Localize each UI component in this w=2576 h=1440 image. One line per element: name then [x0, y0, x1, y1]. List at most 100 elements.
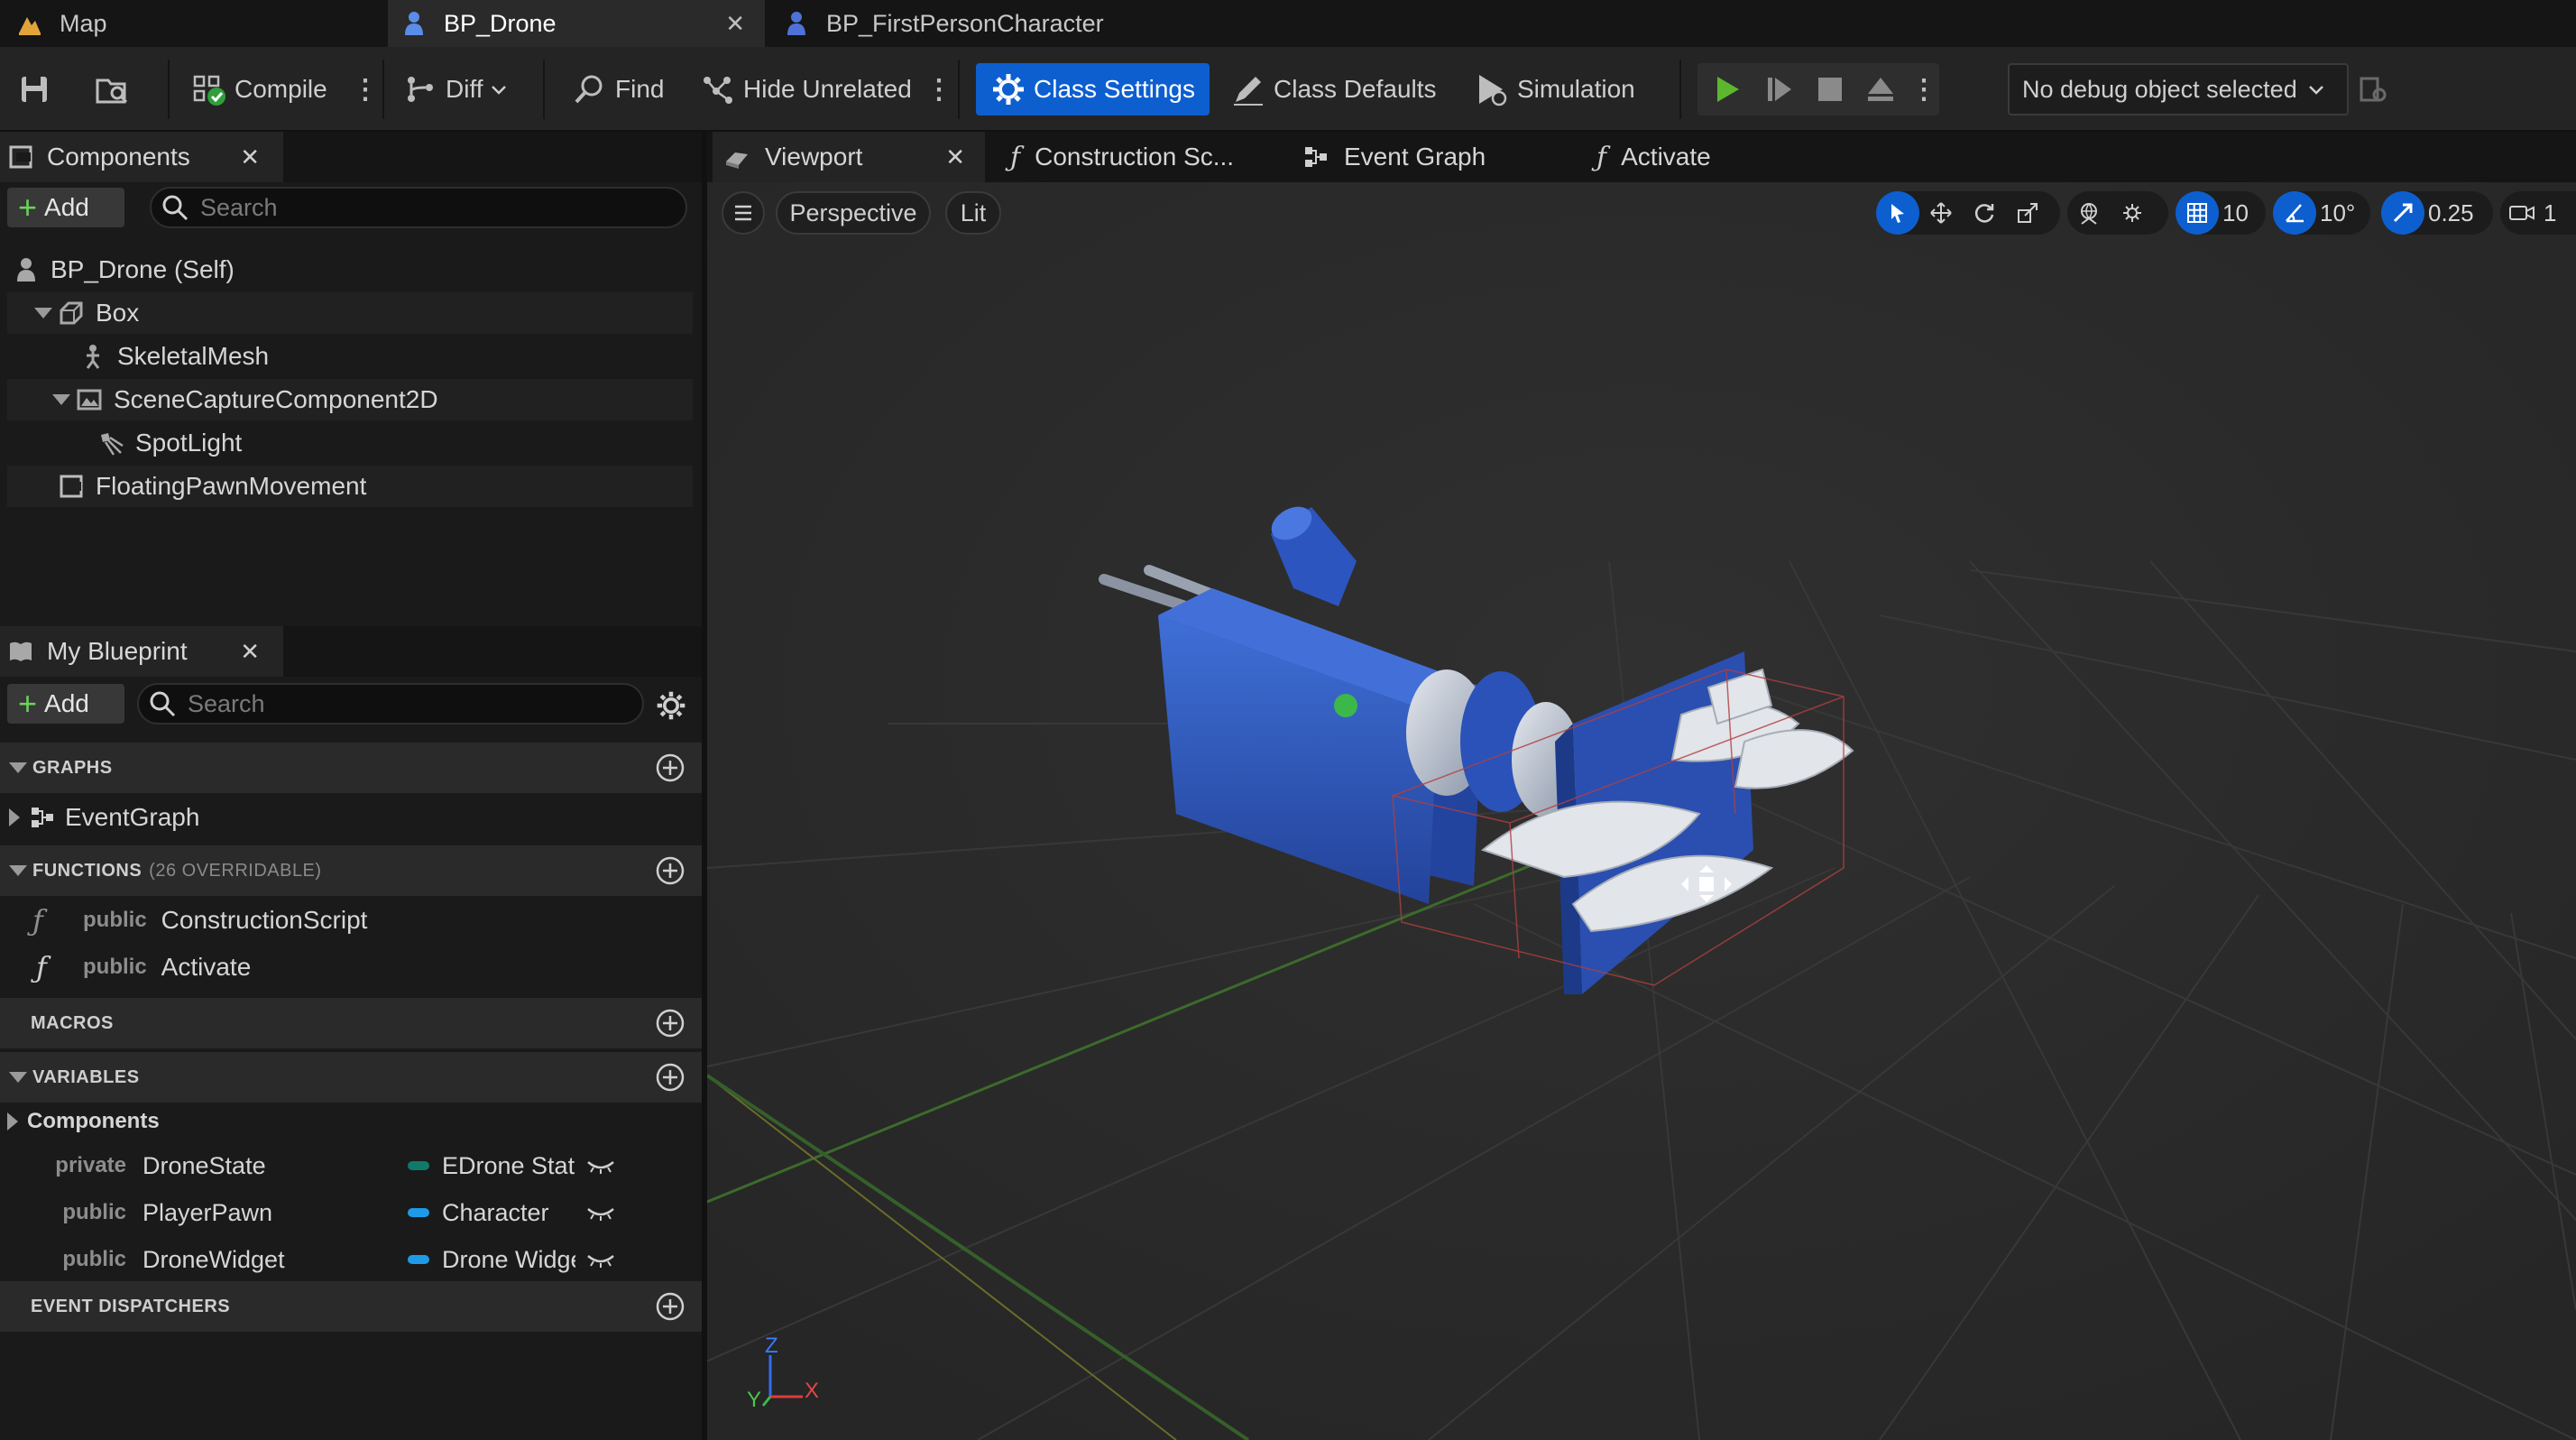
- viewport-options-button[interactable]: [722, 191, 765, 235]
- tab-map[interactable]: Map: [0, 0, 388, 47]
- grid-snap-icon[interactable]: [2176, 191, 2219, 235]
- main-toolbar: Compile ⋮ Diff Find Hide Unrelated ⋮ Cla…: [0, 47, 2576, 132]
- tab-bp-firstpersoncharacter[interactable]: BP_FirstPersonCharacter: [776, 0, 1227, 47]
- blueprint-editor: Map BP_Drone ✕ BP_FirstPersonCharacter C…: [0, 0, 2576, 1440]
- tree-item-label: BP_Drone (Self): [51, 255, 235, 283]
- close-icon[interactable]: ✕: [725, 10, 745, 38]
- macros-section-header[interactable]: MACROS: [0, 998, 702, 1048]
- debug-filter-button[interactable]: [2356, 47, 2399, 132]
- browse-button[interactable]: [94, 47, 137, 132]
- scene-capture-icon: [77, 389, 102, 411]
- variable-item-playerpawn[interactable]: public PlayerPawn Character: [0, 1189, 702, 1236]
- advance-frame-icon[interactable]: [1764, 74, 1795, 105]
- function-item-constructionscript[interactable]: ƒ public ConstructionScript: [0, 897, 702, 944]
- rotation-snap-value[interactable]: 10°: [2316, 199, 2366, 227]
- compile-options-icon[interactable]: ⋮: [352, 47, 379, 132]
- variable-type[interactable]: Character: [442, 1199, 575, 1227]
- expand-arrow-icon[interactable]: [52, 394, 70, 405]
- play-controls: ⋮: [1697, 63, 1939, 115]
- tab-bp-drone[interactable]: BP_Drone ✕: [388, 0, 765, 47]
- rotate-mode-icon[interactable]: [1963, 191, 2006, 235]
- diff-button[interactable]: Diff: [402, 47, 509, 132]
- variable-item-dronestate[interactable]: private DroneState EDrone State: [0, 1142, 702, 1189]
- my-blueprint-tab[interactable]: My Blueprint ✕: [0, 626, 283, 677]
- tree-item-skeletalmesh[interactable]: SkeletalMesh: [7, 336, 693, 377]
- variable-item-dronewidget[interactable]: public DroneWidget Drone Widget: [0, 1236, 702, 1283]
- grid-snap-group[interactable]: 10: [2176, 191, 2266, 235]
- eye-closed-icon[interactable]: [586, 1204, 615, 1222]
- perspective-button[interactable]: Perspective: [776, 191, 931, 235]
- tab-construction-script[interactable]: ƒ Construction Sc...: [1010, 132, 1281, 182]
- rotation-snap-group[interactable]: 10°: [2273, 191, 2370, 235]
- class-defaults-button[interactable]: Class Defaults: [1230, 47, 1437, 132]
- tab-activate[interactable]: ƒ Activate: [1596, 132, 1867, 182]
- close-icon[interactable]: ✕: [240, 143, 260, 171]
- variables-section-header[interactable]: VARIABLES: [0, 1052, 702, 1103]
- add-member-button[interactable]: + Add: [7, 684, 124, 724]
- close-icon[interactable]: ✕: [945, 143, 965, 171]
- tree-item-floatingpawnmovement[interactable]: FloatingPawnMovement: [7, 466, 693, 507]
- surface-snap-icon[interactable]: [2111, 191, 2154, 235]
- functions-section-header[interactable]: FUNCTIONS (26 OVERRIDABLE): [0, 845, 702, 896]
- add-component-button[interactable]: + Add: [7, 188, 124, 227]
- graphs-section-header[interactable]: GRAPHS: [0, 743, 702, 793]
- tree-item-box[interactable]: Box: [7, 292, 693, 334]
- variable-type[interactable]: Drone Widget: [442, 1246, 575, 1274]
- components-title: Components: [47, 143, 190, 171]
- tab-bp-drone-label: BP_Drone: [444, 9, 557, 37]
- camera-speed-group[interactable]: 1: [2500, 191, 2576, 235]
- graph-options-icon[interactable]: ⋮: [925, 47, 952, 132]
- play-options-icon[interactable]: ⋮: [1910, 74, 1937, 106]
- grid-snap-value[interactable]: 10: [2219, 199, 2259, 227]
- class-settings-button[interactable]: Class Settings: [976, 63, 1210, 115]
- level-icon: [19, 17, 41, 35]
- add-circle-icon[interactable]: [655, 1062, 685, 1093]
- camera-speed-value[interactable]: 1: [2544, 199, 2556, 227]
- add-circle-icon[interactable]: [655, 855, 685, 886]
- stop-icon[interactable]: [1815, 74, 1845, 105]
- graph-item-eventgraph[interactable]: EventGraph: [0, 794, 702, 841]
- components-search-input[interactable]: Search: [150, 187, 687, 228]
- scale-snap-value[interactable]: 0.25: [2424, 199, 2485, 227]
- select-mode-icon[interactable]: [1876, 191, 1919, 235]
- close-icon[interactable]: ✕: [240, 638, 260, 666]
- scale-snap-icon[interactable]: [2381, 191, 2424, 235]
- debug-object-dropdown[interactable]: No debug object selected: [2008, 63, 2349, 115]
- components-tab[interactable]: Components ✕: [0, 132, 283, 182]
- class-settings-label: Class Settings: [1034, 75, 1195, 103]
- camera-speed-icon[interactable]: [2500, 191, 2544, 235]
- play-icon[interactable]: [1712, 74, 1743, 105]
- viewport[interactable]: Perspective Lit 10 10° 0.25 1 Z Y X: [707, 182, 2576, 1440]
- variable-type[interactable]: EDrone State: [442, 1152, 575, 1180]
- expand-arrow-icon[interactable]: [34, 308, 52, 318]
- translate-mode-icon[interactable]: [1919, 191, 1963, 235]
- find-button[interactable]: Find: [572, 47, 664, 132]
- tree-item-bp-drone-self[interactable]: BP_Drone (Self): [7, 249, 693, 291]
- compile-button[interactable]: Compile: [191, 47, 327, 132]
- tree-item-scenecapturecomponent2d[interactable]: SceneCaptureComponent2D: [7, 379, 693, 420]
- variable-category-components[interactable]: Components: [0, 1101, 702, 1142]
- graphs-header: GRAPHS: [32, 757, 113, 778]
- scale-mode-icon[interactable]: [2006, 191, 2049, 235]
- eye-closed-icon[interactable]: [586, 1251, 615, 1269]
- event-dispatchers-section-header[interactable]: EVENT DISPATCHERS: [0, 1281, 702, 1332]
- eject-icon[interactable]: [1865, 74, 1896, 105]
- lit-button[interactable]: Lit: [945, 191, 1001, 235]
- my-blueprint-search-input[interactable]: Search: [137, 683, 644, 725]
- diff-label: Diff: [446, 75, 483, 103]
- rotation-snap-icon[interactable]: [2273, 191, 2316, 235]
- hide-unrelated-button[interactable]: Hide Unrelated: [700, 47, 912, 132]
- eye-closed-icon[interactable]: [586, 1157, 615, 1175]
- save-button[interactable]: [16, 47, 60, 132]
- tree-item-spotlight[interactable]: SpotLight: [7, 422, 693, 464]
- world-space-icon[interactable]: [2067, 191, 2111, 235]
- function-item-activate[interactable]: ƒ public Activate: [0, 944, 702, 991]
- add-circle-icon[interactable]: [655, 1291, 685, 1322]
- tab-viewport[interactable]: Viewport ✕: [713, 132, 985, 182]
- gear-icon[interactable]: [655, 689, 687, 722]
- add-circle-icon[interactable]: [655, 1008, 685, 1038]
- simulation-button[interactable]: Simulation: [1474, 47, 1635, 132]
- scale-snap-group[interactable]: 0.25: [2381, 191, 2493, 235]
- tab-event-graph[interactable]: Event Graph: [1302, 132, 1573, 182]
- add-circle-icon[interactable]: [655, 752, 685, 783]
